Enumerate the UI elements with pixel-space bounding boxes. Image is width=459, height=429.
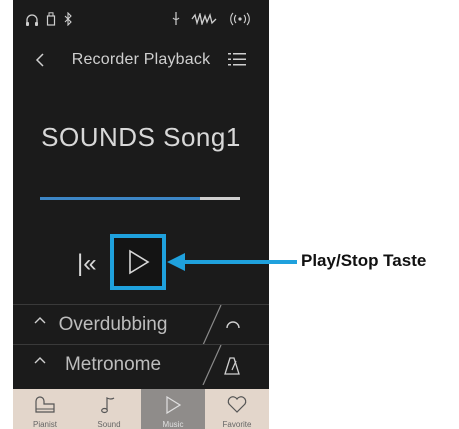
audio-waveform-icon <box>191 13 217 25</box>
usb-memory-icon <box>46 12 56 26</box>
transport-controls: |« <box>13 234 269 290</box>
heart-icon <box>227 396 247 413</box>
tab-bar: Pianist Sound Music Favorite <box>13 389 269 429</box>
metronome-icon[interactable] <box>223 356 241 376</box>
playback-progress-bar[interactable] <box>40 197 240 200</box>
microphone-icon <box>172 12 180 25</box>
song-title: SOUNDS Song1 <box>41 122 241 152</box>
tab-music[interactable]: Music <box>141 389 205 429</box>
divider <box>202 305 222 345</box>
header: Recorder Playback <box>13 40 269 80</box>
metronome-label: Metronome <box>64 354 162 375</box>
tab-label: Pianist <box>32 420 57 429</box>
overdubbing-row[interactable]: Overdubbing <box>13 304 269 345</box>
rewind-to-start-icon[interactable]: |« <box>77 252 97 276</box>
tab-label: Music <box>162 420 184 429</box>
play-icon <box>166 395 182 415</box>
tab-label: Sound <box>97 420 121 429</box>
overdubbing-icon[interactable] <box>223 316 243 334</box>
callout-line <box>173 260 297 264</box>
music-note-icon <box>101 397 115 414</box>
status-bar <box>13 0 269 40</box>
metronome-row[interactable]: Metronome <box>13 344 269 385</box>
progress-fill <box>40 197 200 200</box>
tab-sound[interactable]: Sound <box>77 389 141 429</box>
bluetooth-icon <box>64 12 72 26</box>
play-icon <box>129 249 150 275</box>
headphones-icon <box>26 14 38 26</box>
piano-icon <box>35 396 55 413</box>
callout-arrowhead-icon <box>167 253 185 271</box>
phone-screen: Recorder Playback SOUNDS Song1 |« Overdu… <box>13 0 269 429</box>
divider <box>202 345 222 385</box>
menu-list-icon[interactable] <box>228 52 246 67</box>
tab-label: Favorite <box>222 420 252 429</box>
play-stop-button[interactable] <box>110 234 166 290</box>
overdubbing-label: Overdubbing <box>58 314 168 335</box>
callout-label: Play/Stop Taste <box>301 251 427 270</box>
tab-favorite[interactable]: Favorite <box>205 389 269 429</box>
wireless-icon <box>230 12 250 26</box>
tab-pianist[interactable]: Pianist <box>13 389 77 429</box>
